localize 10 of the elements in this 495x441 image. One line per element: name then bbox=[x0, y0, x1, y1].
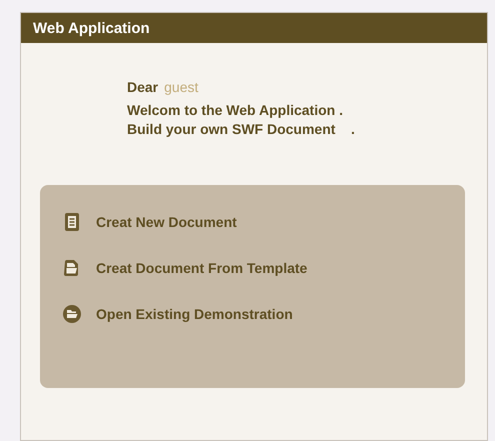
window-title: Web Application bbox=[33, 20, 150, 36]
salutation: Dear bbox=[127, 79, 158, 95]
folder-icon[interactable] bbox=[62, 304, 82, 324]
welcome-text: Welcom to the Web Application . bbox=[127, 101, 344, 120]
welcome-text: Build your own SWF Document . bbox=[127, 120, 356, 139]
document-icon[interactable] bbox=[62, 212, 82, 232]
action-link[interactable]: Creat New Document bbox=[96, 214, 237, 230]
action-link[interactable]: Creat Document From Template bbox=[96, 260, 308, 276]
user-name: guest bbox=[164, 79, 198, 95]
action-link[interactable]: Open Existing Demonstration bbox=[96, 306, 293, 322]
